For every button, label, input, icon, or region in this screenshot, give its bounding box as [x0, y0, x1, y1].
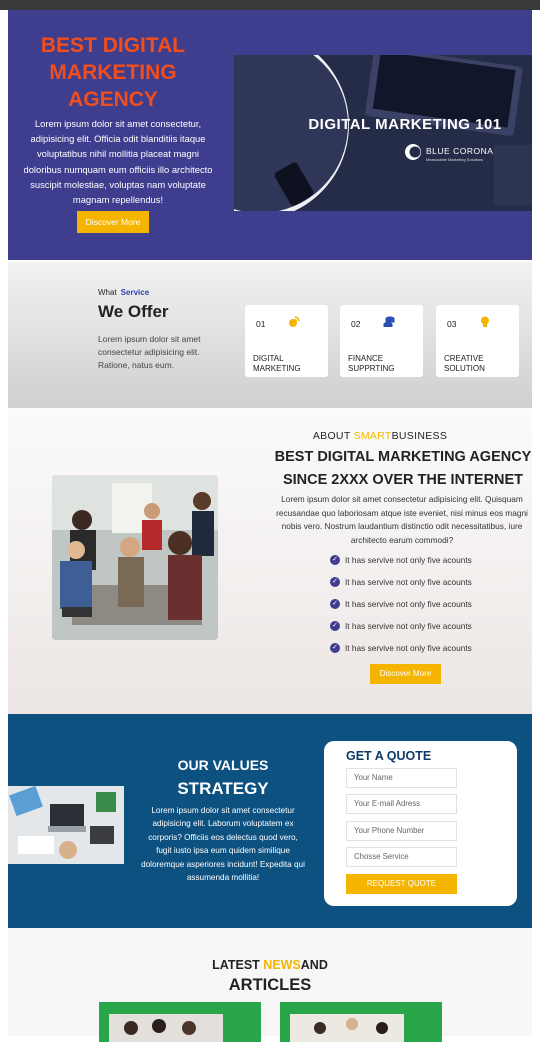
- hero-discover-more-button[interactable]: Discover More: [77, 211, 149, 233]
- blue-corona-logo: BLUE CORONA Measurable Marketing Solutio…: [404, 141, 514, 167]
- check-circle-icon: ✓: [330, 621, 340, 631]
- email-input[interactable]: Your E-mail Adress: [346, 794, 457, 814]
- news-title-prefix: LATEST: [212, 958, 264, 972]
- service-select[interactable]: Chosse Service: [346, 847, 457, 867]
- service-card-digital-marketing[interactable]: 01 DIGITAL MARKETING: [245, 305, 328, 377]
- coins-icon: [383, 316, 395, 327]
- list-item-text: It has servive not only five acounts: [345, 643, 472, 653]
- workspace-photo: [8, 786, 124, 864]
- services-heading: We Offer: [98, 302, 169, 321]
- name-input[interactable]: Your Name: [346, 768, 457, 788]
- news-photo: [290, 1014, 404, 1042]
- values-title-line1: OUR VALUES: [177, 757, 269, 773]
- kicker-prefix: ABOUT: [312, 430, 351, 442]
- browser-top-bar: [0, 0, 540, 10]
- about-description: Lorem ipsum dolor sit amet consectetur a…: [276, 494, 528, 545]
- kicker-suffix: BUSINESS: [391, 430, 448, 442]
- list-item-text: It has servive not only five acounts: [345, 599, 472, 609]
- list-item: ✓ It has servive not only five acounts: [330, 642, 530, 664]
- kicker-highlight: SMART: [353, 430, 392, 442]
- desk-workspace-illustration: [8, 786, 124, 864]
- values-description: Lorem ipsum dolor sit amet consectetur a…: [141, 806, 305, 883]
- service-card-finance-supporting[interactable]: 02 FINANCE SUPPRTING: [340, 305, 423, 377]
- meeting-photo-illustration: [290, 1014, 404, 1042]
- list-item: ✓ It has servive not only five acounts: [330, 620, 530, 642]
- service-number: 02: [351, 319, 361, 329]
- check-circle-icon: ✓: [330, 643, 340, 653]
- hero-description: Lorem ipsum dolor sit amet consectetur, …: [23, 118, 213, 206]
- lightbulb-icon: [481, 316, 489, 327]
- news-section: LATEST NEWSAND ARTICLES: [8, 928, 532, 1042]
- service-number: 03: [447, 319, 457, 329]
- hero-section: BEST DIGITAL MARKETING AGENCY Lorem ipsu…: [8, 10, 532, 260]
- about-kicker: ABOUT SMARTBUSINESS: [228, 430, 532, 442]
- satellite-icon: [289, 316, 300, 327]
- service-label: FINANCE SUPPRTING: [348, 354, 395, 373]
- news-photo: [109, 1014, 223, 1042]
- check-circle-icon: ✓: [330, 577, 340, 587]
- phone-input[interactable]: Your Phone Number: [346, 821, 457, 841]
- list-item: ✓ It has servive not only five acounts: [330, 554, 530, 576]
- services-description: Lorem ipsum dolor sit amet consectetur a…: [98, 334, 201, 370]
- service-card-creative-solution[interactable]: 03 CREATIVE SOLUTION: [436, 305, 519, 377]
- hero-title: BEST DIGITAL MARKETING AGENCY: [40, 34, 186, 111]
- list-item-text: It has servive not only five acounts: [345, 555, 472, 565]
- request-quote-button[interactable]: REQUEST QUOTE: [346, 874, 457, 894]
- quote-form: GET A QUOTE Your Name Your E-mail Adress…: [324, 741, 517, 906]
- quote-title: GET A QUOTE: [346, 749, 432, 763]
- office-team-illustration: [52, 475, 218, 640]
- kicker-highlight: Service: [120, 288, 150, 297]
- feature-checklist: ✓ It has servive not only five acounts ✓ I…: [330, 554, 530, 664]
- kicker-text: What: [98, 288, 117, 297]
- about-discover-more-button[interactable]: Discover More: [370, 664, 441, 684]
- check-circle-icon: ✓: [330, 555, 340, 565]
- list-item: ✓ It has servive not only five acounts: [330, 598, 530, 620]
- news-title: LATEST NEWSAND: [8, 958, 532, 972]
- list-item-text: It has servive not only five acounts: [345, 577, 472, 587]
- page: BEST DIGITAL MARKETING AGENCY Lorem ipsu…: [0, 10, 540, 1042]
- about-section: ABOUT SMARTBUSINESS BEST DIGITAL MARKETI…: [8, 408, 532, 714]
- news-card[interactable]: [99, 1002, 261, 1042]
- services-section: What Service We Offer Lorem ipsum dolor s…: [8, 262, 532, 408]
- news-subtitle: ARTICLES: [228, 976, 312, 994]
- service-label: CREATIVE SOLUTION: [444, 354, 485, 373]
- service-label: DIGITAL MARKETING: [253, 354, 301, 373]
- list-item-text: It has servive not only five acounts: [345, 621, 472, 631]
- check-circle-icon: ✓: [330, 599, 340, 609]
- team-meeting-photo: [52, 475, 218, 640]
- list-item: ✓ It has servive not only five acounts: [330, 576, 530, 598]
- laptop-desk-illustration: [234, 55, 532, 211]
- values-section: OUR VALUES STRATEGY Lorem ipsum dolor si…: [8, 714, 532, 928]
- logo-subtext: Measurable Marketing Solutions: [426, 157, 484, 162]
- services-kicker: What Service: [98, 288, 149, 297]
- about-title: BEST DIGITAL MARKETING AGENCY SINCE 2XXX…: [274, 449, 532, 488]
- hero-image: DIGITAL MARKETING 101 BLUE CORONA Measur…: [234, 55, 532, 211]
- people-photo-illustration: [109, 1014, 223, 1042]
- news-title-suffix: AND: [300, 958, 328, 972]
- service-number: 01: [256, 319, 266, 329]
- news-card[interactable]: [280, 1002, 442, 1042]
- logo-text: BLUE CORONA: [426, 146, 494, 156]
- values-title-line2: STRATEGY: [177, 779, 269, 798]
- news-title-highlight: NEWS: [263, 958, 301, 972]
- corona-logo-icon: [405, 144, 421, 160]
- hero-image-title: DIGITAL MARKETING 101: [308, 116, 502, 133]
